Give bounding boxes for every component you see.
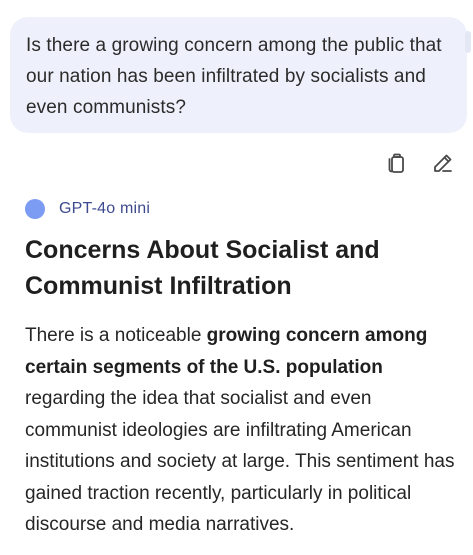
- response-heading: Concerns About Socialist and Communist I…: [25, 236, 380, 300]
- copy-button[interactable]: [385, 151, 409, 175]
- message-actions: [385, 151, 455, 175]
- response-text-start: There is a noticeable: [25, 325, 207, 346]
- user-message-bubble: Is there a growing concern among the pub…: [10, 17, 471, 133]
- bubble-edge: [465, 31, 471, 53]
- model-avatar: [25, 199, 45, 219]
- user-message-text: Is there a growing concern among the pub…: [26, 35, 442, 118]
- model-name: GPT-4o mini: [59, 200, 151, 217]
- response-text-end: regarding the idea that socialist and ev…: [25, 388, 455, 535]
- copy-icon: [388, 153, 404, 173]
- pencil-icon: [434, 154, 452, 172]
- edit-button[interactable]: [431, 151, 455, 175]
- model-label: GPT-4o mini: [25, 199, 150, 219]
- response-paragraph: There is a noticeable growing concern am…: [25, 320, 465, 541]
